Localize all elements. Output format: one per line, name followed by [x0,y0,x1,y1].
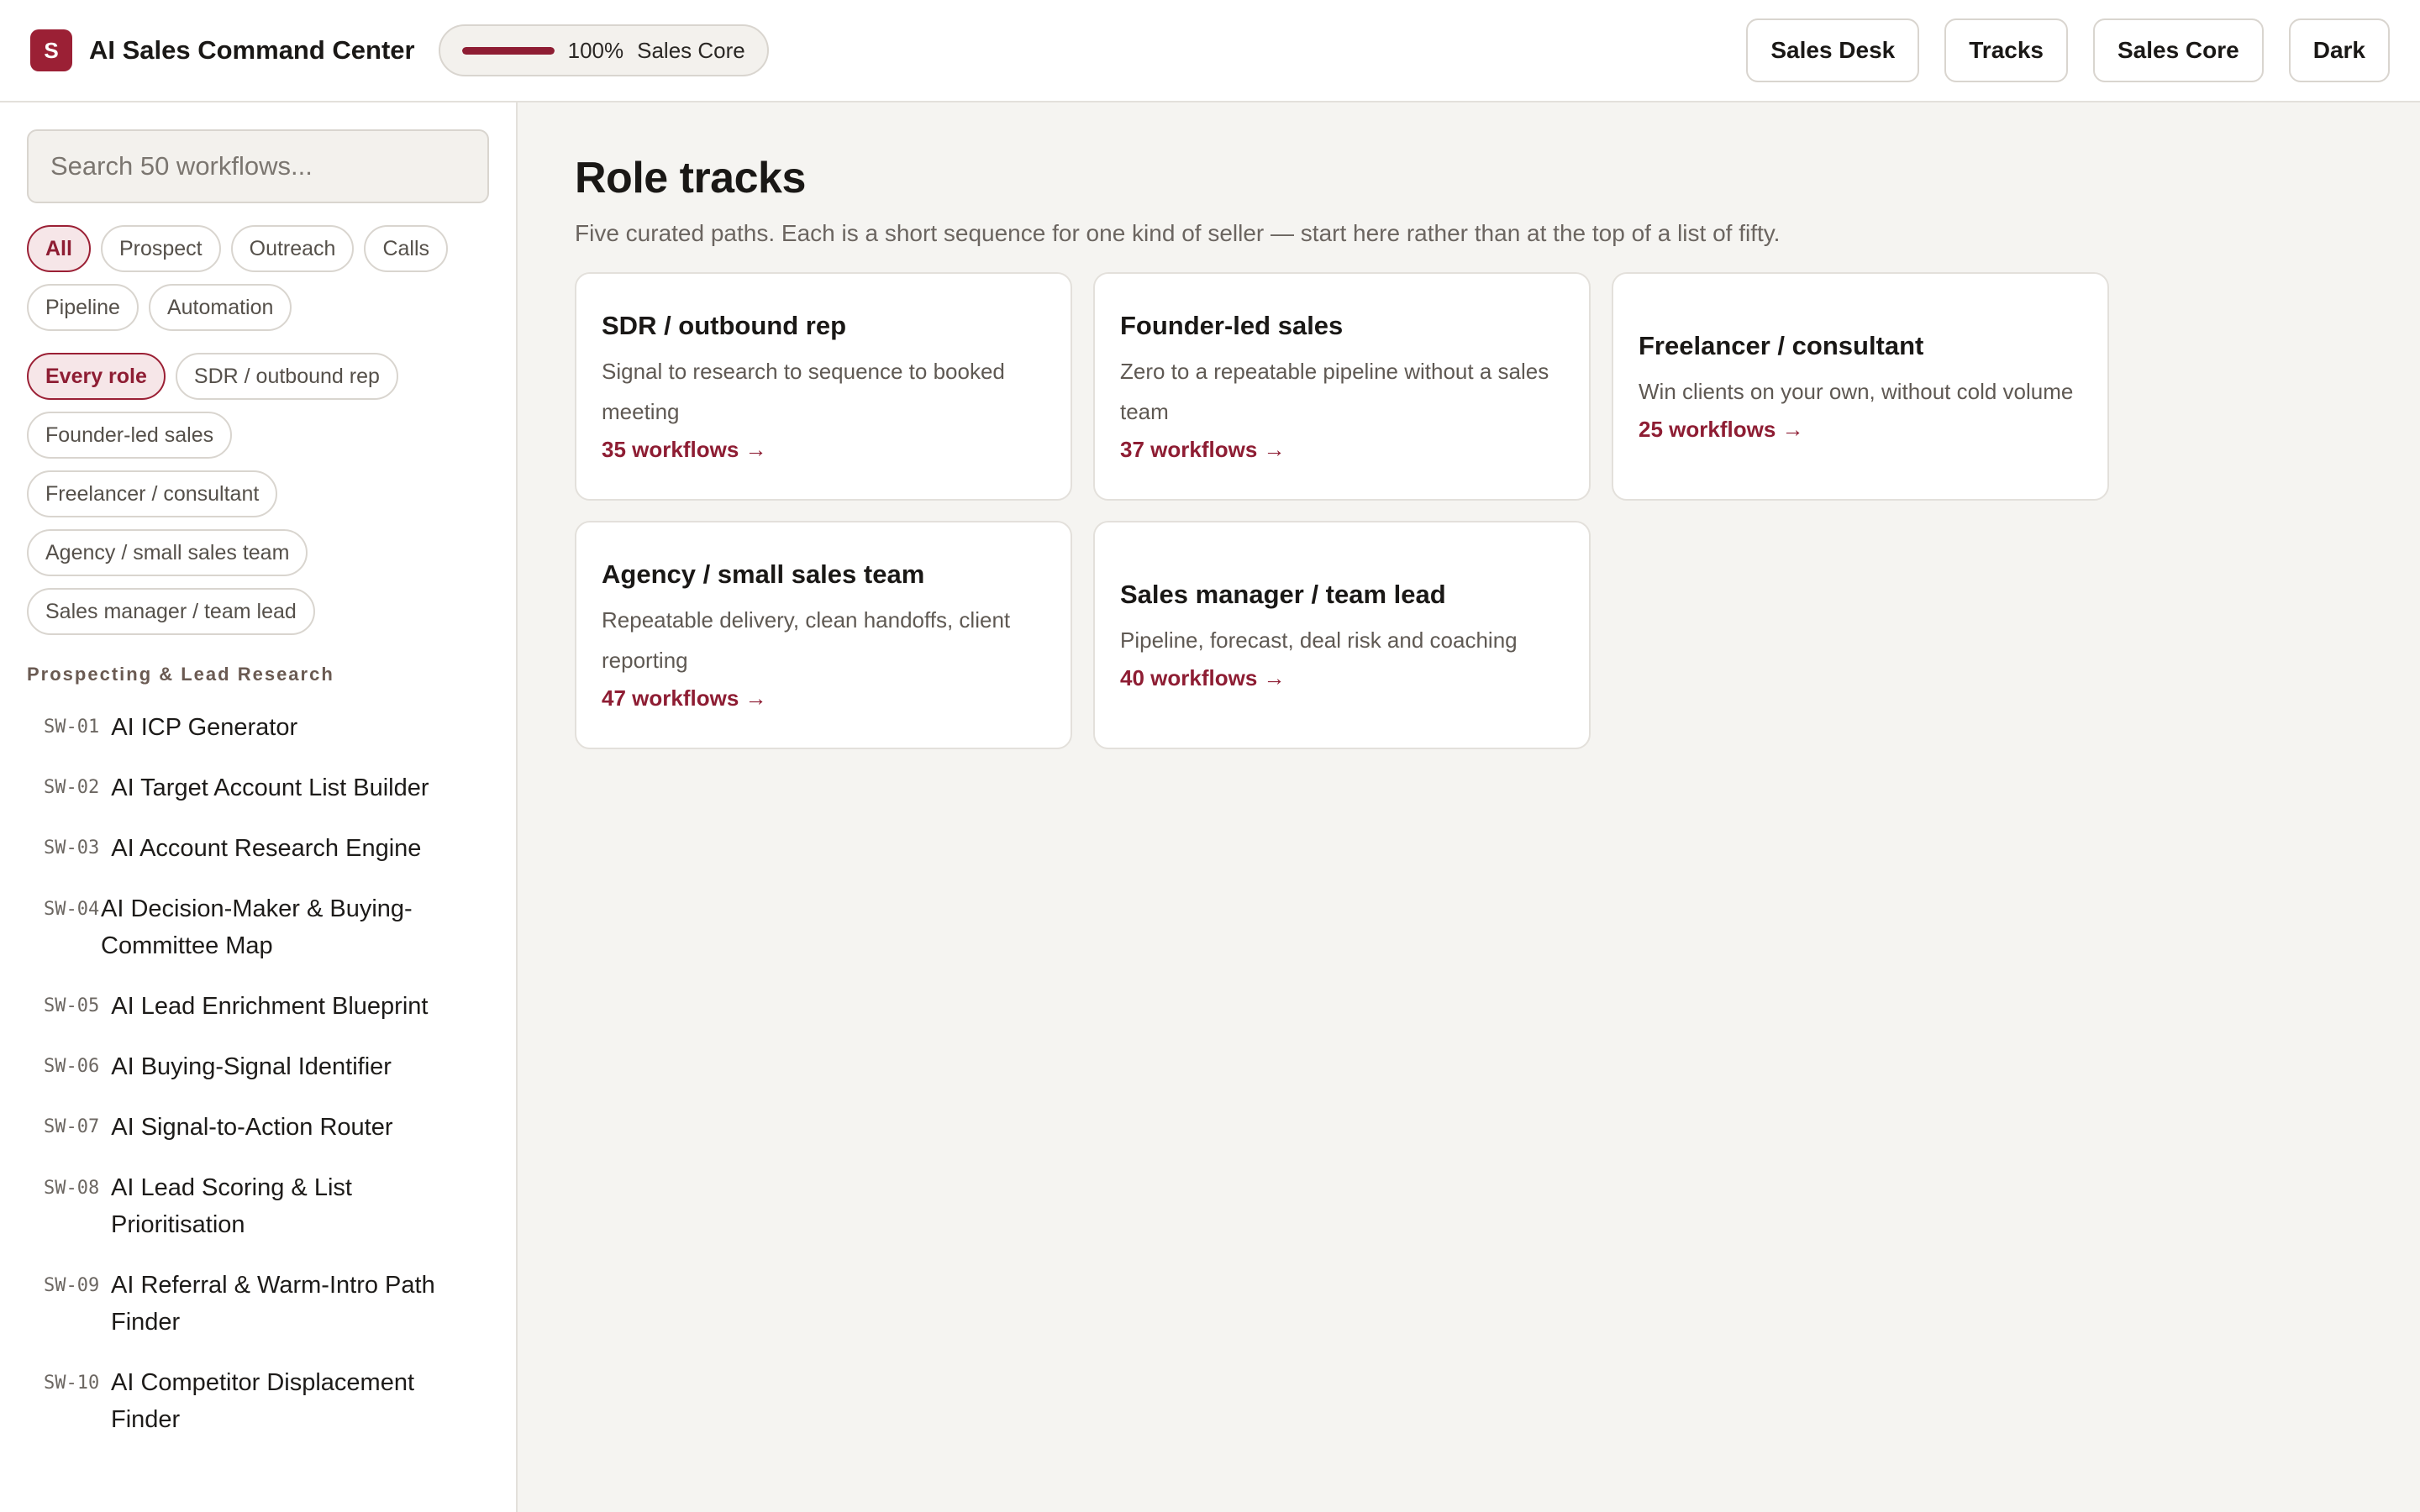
role-track-cards: SDR / outbound rep Signal to research to… [575,272,2363,749]
chip-pipeline[interactable]: Pipeline [27,284,139,331]
workflow-name: AI Signal-to-Action Router [111,1114,393,1141]
workflow-code: SW-10 [44,1373,100,1394]
workflow-code: SW-08 [44,1178,100,1199]
card-description: Repeatable delivery, clean handoffs, cli… [602,606,1011,673]
section-title: Prospecting & Lead Research [27,664,334,685]
chip-agency[interactable]: Agency / small sales team [27,529,308,576]
workflow-code: SW-09 [44,1275,100,1296]
card-title: Agency / small sales team [602,559,925,589]
page-subtitle: Five curated paths. Each is a short sequ… [575,220,1781,246]
card-title: Sales manager / team lead [1120,579,1446,609]
search-input[interactable] [27,129,489,203]
workflow-code: SW-01 [44,717,100,738]
workflow-item[interactable]: SW-10 AI Competitor Displacement Finder [27,1352,489,1450]
workflow-name: AI Account Research Engine [111,835,422,862]
workflow-item[interactable]: SW-07 AI Signal-to-Action Router [27,1097,489,1158]
app-logo: S [30,29,72,71]
tracks-button[interactable]: Tracks [1944,18,2068,82]
workflow-item[interactable]: SW-05 AI Lead Enrichment Blueprint [27,976,489,1037]
chip-prospect[interactable]: Prospect [100,225,221,272]
workflow-name: AI Target Account List Builder [111,774,429,801]
progress-percent: 100% [567,37,624,63]
chip-automation[interactable]: Automation [148,284,292,331]
page-title: Role tracks [575,154,806,202]
progress-pill[interactable]: 100% Sales Core [438,24,769,76]
workflow-code: SW-03 [44,837,100,858]
workflow-code: SW-04 [44,899,100,920]
chip-freelancer[interactable]: Freelancer / consultant [27,470,278,517]
track-card-sales-manager[interactable]: Sales manager / team lead Pipeline, fore… [1093,521,1591,749]
sales-desk-button[interactable]: Sales Desk [1746,18,1920,82]
chip-all[interactable]: All [27,225,91,272]
card-workflows-link[interactable]: 35 workflows → [602,437,1045,463]
progress-label: Sales Core [637,37,745,63]
role-filter: Every role SDR / outbound rep Founder-le… [27,353,489,635]
workflow-name: AI Lead Scoring & List Prioritisation [111,1174,352,1238]
progress-bar-fill [461,46,555,55]
card-workflows-link[interactable]: 40 workflows → [1120,665,1564,691]
sales-core-button[interactable]: Sales Core [2092,18,2264,82]
top-bar: S AI Sales Command Center 100% Sales Cor… [0,0,2420,102]
workflow-list: SW-01 AI ICP Generator SW-02 AI Target A… [27,697,489,1450]
workflow-code: SW-06 [44,1056,100,1077]
chip-founder[interactable]: Founder-led sales [27,412,233,459]
workflow-item[interactable]: SW-08 AI Lead Scoring & List Prioritisat… [27,1158,489,1255]
chip-sdr[interactable]: SDR / outbound rep [175,353,398,400]
sidebar: All Prospect Outreach Calls Pipeline Aut… [0,102,518,1512]
workflow-item[interactable]: SW-01 AI ICP Generator [27,697,489,758]
chip-calls[interactable]: Calls [364,225,449,272]
card-workflows-link[interactable]: 37 workflows → [1120,437,1564,463]
card-title: Freelancer / consultant [1639,330,1924,360]
chip-every-role[interactable]: Every role [27,353,166,400]
workflow-item[interactable]: SW-02 AI Target Account List Builder [27,758,489,818]
workflow-name: AI Decision-Maker & Buying-Committee Map [101,895,413,959]
card-title: Founder-led sales [1120,310,1344,340]
main-content: Role tracks Five curated paths. Each is … [518,102,2420,1512]
card-description: Zero to a repeatable pipeline without a … [1120,358,1549,424]
category-filter: All Prospect Outreach Calls Pipeline Aut… [27,225,489,331]
workflow-item[interactable]: SW-06 AI Buying-Signal Identifier [27,1037,489,1097]
card-description: Pipeline, forecast, deal risk and coachi… [1120,627,1518,653]
track-card-agency[interactable]: Agency / small sales team Repeatable del… [575,521,1072,749]
chip-outreach[interactable]: Outreach [230,225,355,272]
track-card-freelancer[interactable]: Freelancer / consultant Win clients on y… [1612,272,2109,501]
workflow-item[interactable]: SW-03 AI Account Research Engine [27,818,489,879]
workflow-code: SW-05 [44,995,100,1016]
dark-mode-button[interactable]: Dark [2288,18,2390,82]
workflow-name: AI Referral & Warm-Intro Path Finder [111,1272,435,1336]
workflow-item[interactable]: SW-04 AI Decision-Maker & Buying-Committ… [27,879,489,976]
card-description: Signal to research to sequence to booked… [602,358,1005,424]
card-workflows-link[interactable]: 47 workflows → [602,685,1045,711]
card-description: Win clients on your own, without cold vo… [1639,378,2074,404]
track-card-sdr[interactable]: SDR / outbound rep Signal to research to… [575,272,1072,501]
card-title: SDR / outbound rep [602,310,847,340]
workflow-name: AI Buying-Signal Identifier [111,1053,392,1080]
progress-bar [461,46,555,55]
workflow-name: AI Lead Enrichment Blueprint [111,993,429,1020]
workflow-code: SW-02 [44,777,100,798]
workflow-name: AI ICP Generator [111,714,298,741]
workflow-code: SW-07 [44,1116,100,1137]
workflow-item[interactable]: SW-09 AI Referral & Warm-Intro Path Find… [27,1255,489,1352]
chip-sales-manager[interactable]: Sales manager / team lead [27,588,315,635]
app-title: AI Sales Command Center [89,35,415,65]
card-workflows-link[interactable]: 25 workflows → [1639,417,2082,443]
workflow-name: AI Competitor Displacement Finder [111,1369,415,1433]
track-card-founder[interactable]: Founder-led sales Zero to a repeatable p… [1093,272,1591,501]
